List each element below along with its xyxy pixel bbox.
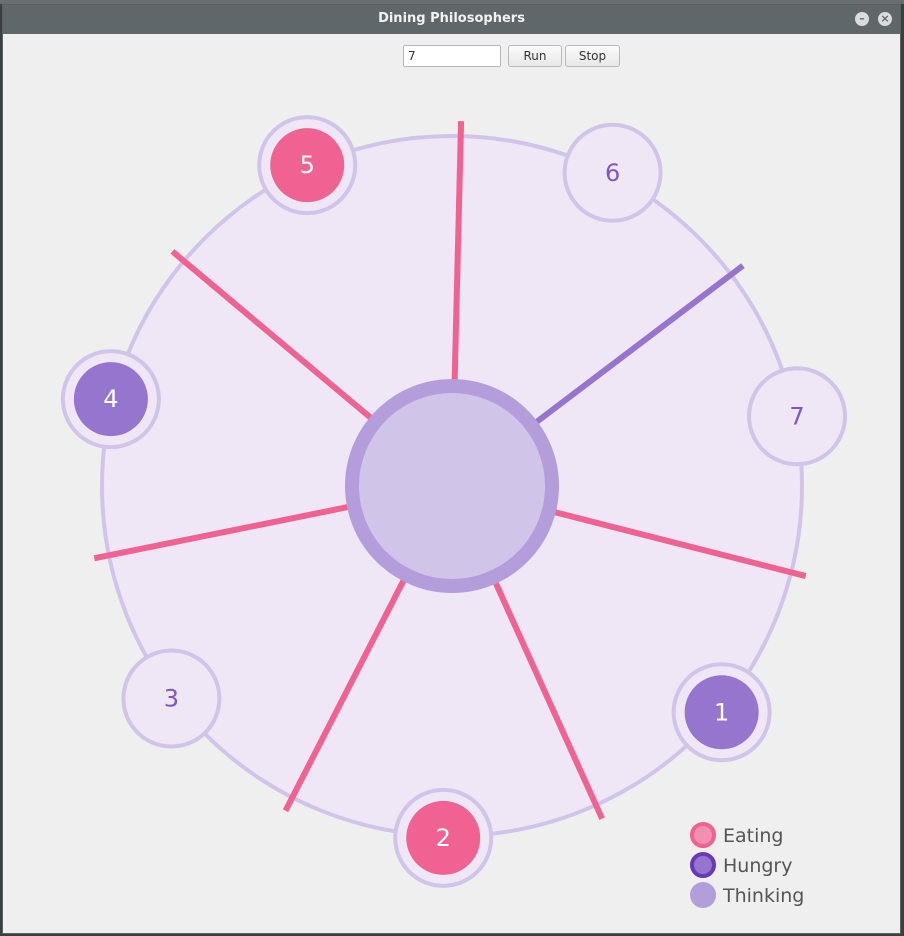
philosopher-number: 2 bbox=[436, 824, 451, 852]
legend-label: Eating bbox=[723, 825, 783, 847]
center-table bbox=[345, 379, 559, 593]
philosopher-1: 1 bbox=[671, 662, 772, 763]
legend-item-eating: Eating bbox=[690, 822, 783, 848]
philosopher-number: 5 bbox=[300, 151, 315, 179]
simulation-canvas: 1 2 3 4 5 6 7 Eating Hungry Thinking bbox=[60, 115, 848, 908]
legend-label: Hungry bbox=[723, 855, 793, 877]
legend-swatch bbox=[690, 882, 716, 908]
legend-item-thinking: Thinking bbox=[690, 882, 804, 908]
close-button[interactable]: × bbox=[878, 12, 892, 26]
philosopher-number: 7 bbox=[789, 402, 804, 430]
legend: Eating Hungry Thinking bbox=[690, 822, 804, 908]
title-bar: Dining Philosophers – × bbox=[3, 5, 900, 34]
philosopher-number: 4 bbox=[103, 385, 118, 413]
legend-item-hungry: Hungry bbox=[690, 852, 793, 878]
philosopher-number: 3 bbox=[164, 685, 179, 713]
philosopher-number: 6 bbox=[605, 159, 620, 187]
app-window: Dining Philosophers – × Run Stop 1234567… bbox=[2, 4, 901, 934]
window-title: Dining Philosophers bbox=[378, 11, 525, 26]
legend-swatch bbox=[690, 822, 716, 848]
philosopher-4: 4 bbox=[60, 349, 161, 450]
legend-label: Thinking bbox=[722, 885, 804, 907]
philosopher-5: 5 bbox=[257, 115, 358, 216]
minimize-button[interactable]: – bbox=[855, 12, 869, 26]
philosopher-7: 7 bbox=[747, 366, 848, 467]
legend-swatch bbox=[690, 852, 716, 878]
philosopher-6: 6 bbox=[562, 122, 663, 223]
philosopher-3: 3 bbox=[121, 648, 222, 749]
philosopher-number: 1 bbox=[714, 698, 729, 726]
philosopher-2: 2 bbox=[393, 787, 494, 888]
